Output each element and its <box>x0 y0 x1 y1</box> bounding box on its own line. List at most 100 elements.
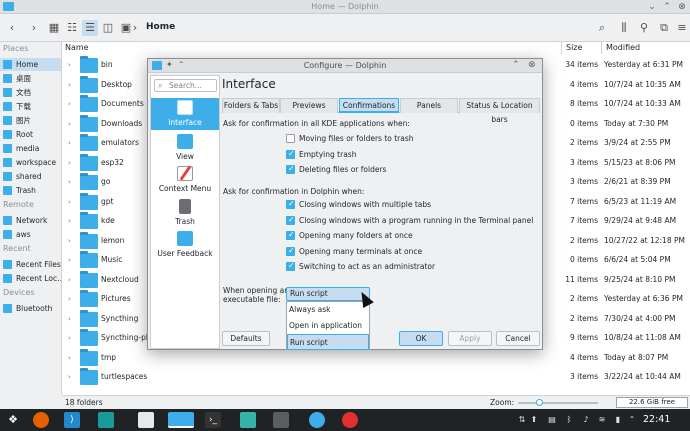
expand-arrow-icon[interactable]: › <box>68 315 71 323</box>
tab-previews[interactable]: Previews <box>280 98 338 113</box>
checkbox-box[interactable] <box>286 261 295 271</box>
tab-panels[interactable]: Panels <box>400 98 458 113</box>
steam-icon[interactable] <box>98 412 114 428</box>
clock[interactable]: 22:41 <box>643 414 670 425</box>
expand-arrow-icon[interactable]: › <box>68 198 71 206</box>
vivaldi-icon[interactable] <box>342 412 358 428</box>
checkbox-box[interactable] <box>286 199 295 209</box>
tray-expand-icon[interactable]: ⌃ <box>628 415 636 424</box>
zoom-slider[interactable] <box>518 399 598 406</box>
expand-arrow-icon[interactable]: › <box>68 178 71 186</box>
category-trash[interactable]: Trash <box>151 197 219 229</box>
expand-arrow-icon[interactable]: › <box>68 61 71 69</box>
expand-arrow-icon[interactable]: › <box>68 334 71 342</box>
checkbox-box[interactable] <box>286 134 295 143</box>
dolphin-task-icon[interactable] <box>168 412 194 428</box>
search-icon[interactable]: ⌕ <box>594 20 610 36</box>
column-modified-header[interactable]: Modified <box>602 42 690 54</box>
cancel-button[interactable]: Cancel <box>496 331 540 346</box>
battery-icon[interactable]: ▮ <box>614 415 622 424</box>
sidebar-item[interactable]: workspace <box>0 156 61 169</box>
expand-arrow-icon[interactable]: › <box>68 159 71 167</box>
app-icon[interactable] <box>240 412 256 428</box>
defaults-button[interactable]: Defaults <box>222 331 270 346</box>
checkbox-box[interactable] <box>286 164 295 174</box>
expand-arrow-icon[interactable]: › <box>68 217 71 225</box>
category-interface[interactable]: Interface <box>151 98 219 130</box>
maximize-icon[interactable]: ⌃ <box>661 1 673 13</box>
sidebar-item[interactable]: Home <box>0 58 61 71</box>
expand-arrow-icon[interactable]: › <box>68 276 71 284</box>
bluetooth-icon[interactable]: ᛒ <box>565 415 573 424</box>
column-size-header[interactable]: Size <box>562 42 602 54</box>
sidebar-item[interactable]: Network <box>0 214 61 227</box>
dialog-maximize-icon[interactable]: ⌃ <box>512 60 520 70</box>
icons-view-icon[interactable]: ▦ <box>46 20 62 36</box>
tray-network-icon[interactable]: ⇅ <box>518 415 526 424</box>
expand-arrow-icon[interactable]: › <box>68 81 71 89</box>
tray-clipboard-icon[interactable]: ▤ <box>548 415 556 424</box>
sidebar-item[interactable]: media <box>0 142 61 155</box>
volume-icon[interactable]: ♪ <box>582 415 590 424</box>
discover-icon[interactable] <box>309 412 325 428</box>
checkbox-box[interactable] <box>286 215 295 225</box>
option-run-script[interactable]: Run script <box>287 334 369 350</box>
tray-arrow-icon[interactable]: ⬆ <box>530 415 538 424</box>
expand-arrow-icon[interactable]: › <box>68 354 71 362</box>
sidebar-item[interactable]: 文档 <box>0 86 61 99</box>
split-view-icon[interactable]: ◫ <box>100 20 116 36</box>
close-icon[interactable]: ⊗ <box>676 1 688 13</box>
filter-icon[interactable]: ⚲ <box>636 20 652 36</box>
expand-arrow-icon[interactable]: › <box>68 373 71 381</box>
tabs-icon[interactable]: ⧉ <box>656 20 672 36</box>
terminal-icon[interactable]: ›_ <box>205 412 221 428</box>
sidebar-item[interactable]: Recent Loc… <box>0 272 61 285</box>
expand-arrow-icon[interactable]: › <box>68 295 71 303</box>
sidebar-item[interactable]: 桌面 <box>0 72 61 85</box>
free-space-indicator[interactable]: 22.6 GiB free <box>616 397 688 408</box>
compact-view-icon[interactable]: ☷ <box>64 20 80 36</box>
sidebar-item[interactable]: 图片 <box>0 114 61 127</box>
category-user-feedback[interactable]: User Feedback <box>151 229 219 261</box>
option-open-in-application[interactable]: Open in application <box>287 318 369 334</box>
tab-folders-tabs[interactable]: Folders & Tabs <box>222 98 280 113</box>
text-editor-icon[interactable] <box>138 412 154 428</box>
settings-search-input[interactable]: ⌕ Search... <box>154 79 217 92</box>
back-icon[interactable]: ‹ <box>4 20 20 36</box>
expand-arrow-icon[interactable]: › <box>68 237 71 245</box>
column-name-header[interactable]: Name <box>62 42 562 54</box>
expand-arrow-icon[interactable]: › <box>68 139 71 147</box>
forward-icon[interactable]: › <box>26 20 42 36</box>
category-view[interactable]: View <box>151 132 219 164</box>
firefox-icon[interactable] <box>33 412 49 428</box>
menu-icon[interactable]: ≡ <box>674 20 690 36</box>
app-launcher-icon[interactable]: ❖ <box>5 412 21 428</box>
expand-arrow-icon[interactable]: › <box>68 100 71 108</box>
breadcrumb[interactable]: Home <box>146 22 175 32</box>
sidebar-item[interactable]: Recent Files <box>0 258 61 271</box>
zoom-slider-handle[interactable] <box>536 399 543 406</box>
checkbox-box[interactable] <box>286 246 295 256</box>
sidebar-item[interactable]: Root <box>0 128 61 141</box>
tab-status-location-bars[interactable]: Status & Location bars <box>459 98 540 124</box>
window-icon[interactable] <box>273 412 289 428</box>
tab-confirmations[interactable]: Confirmations <box>339 98 399 113</box>
option-always-ask[interactable]: Always ask <box>287 302 369 318</box>
sidebar-item[interactable]: shared <box>0 170 61 183</box>
minimize-icon[interactable]: ⌄ <box>646 1 658 13</box>
table-row[interactable]: › turtlespaces 3 items 3/22/24 at 10:44 AM <box>62 368 690 388</box>
expand-arrow-icon[interactable]: › <box>68 120 71 128</box>
sidebar-item[interactable]: aws <box>0 228 61 241</box>
sidebar-item[interactable]: Trash <box>0 184 61 197</box>
sidebar-item[interactable]: 下载 <box>0 100 61 113</box>
sidebar-item[interactable]: Bluetooth <box>0 302 61 315</box>
dialog-close-icon[interactable]: ⊗ <box>528 60 536 70</box>
wifi-icon[interactable]: ≋ <box>598 415 606 424</box>
split-icon[interactable]: ⫼ <box>616 20 632 36</box>
details-view-icon[interactable]: ☰ <box>82 20 98 36</box>
category-context-menu[interactable]: Context Menu <box>151 164 219 196</box>
checkbox-box[interactable] <box>286 230 295 240</box>
table-row[interactable]: › tmp 4 items Today at 8:07 PM <box>62 348 690 369</box>
checkbox-box[interactable] <box>286 149 295 159</box>
vscode-icon[interactable]: ⟩ <box>64 412 80 428</box>
